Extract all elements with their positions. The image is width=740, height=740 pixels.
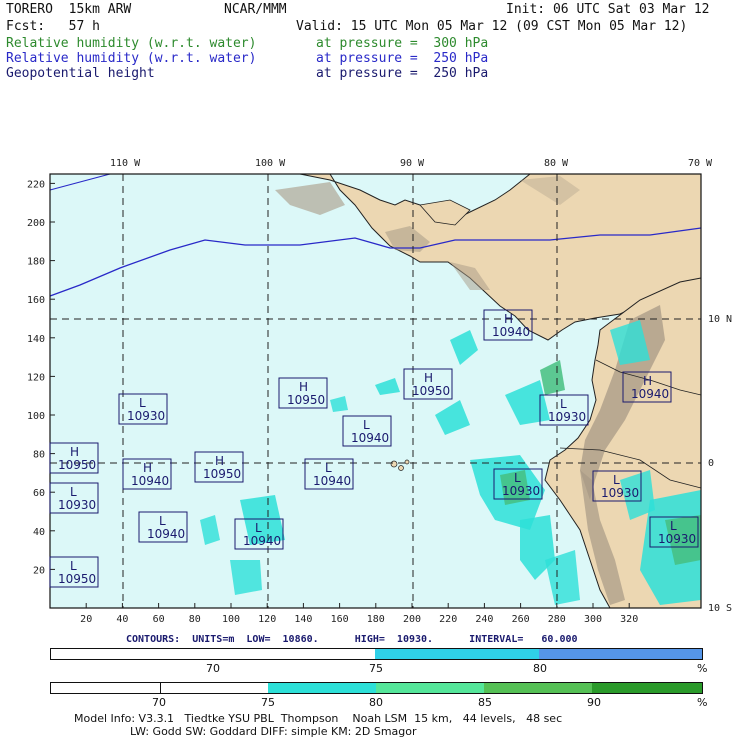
scale-label: 80 [369, 696, 383, 709]
marker-type: L [514, 471, 521, 485]
y-tick-label: 220 [27, 179, 45, 190]
lat-label: 10 N [708, 314, 732, 325]
marker-value: 10940 [243, 534, 281, 548]
marker-type: L [560, 397, 567, 411]
scale-segment [484, 683, 592, 693]
scale-segment [51, 649, 375, 659]
x-tick-label: 200 [403, 614, 421, 625]
x-tick-label: 60 [153, 614, 165, 625]
marker-type: L [70, 485, 77, 499]
marker-value: 10940 [631, 387, 669, 401]
marker-value: 10940 [131, 474, 169, 488]
marker-value: 10940 [492, 325, 530, 339]
scale-label: 75 [369, 662, 383, 675]
marker-type: H [504, 312, 513, 326]
marker-type: L [613, 473, 620, 487]
marker-type: L [255, 521, 262, 535]
x-tick-label: 20 [80, 614, 92, 625]
scale-segment [268, 683, 376, 693]
y-tick-label: 160 [27, 295, 45, 306]
lat-label: 10 S [708, 603, 732, 614]
y-tick-label: 200 [27, 218, 45, 229]
contour-info: CONTOURS: UNITS=m LOW= 10860. HIGH= 1093… [126, 634, 578, 645]
marker-type: L [159, 514, 166, 528]
scale-segment [51, 683, 160, 693]
x-tick-label: 80 [189, 614, 201, 625]
marker-type: H [643, 374, 652, 388]
x-tick-label: 40 [116, 614, 128, 625]
scale-segment [592, 683, 702, 693]
model-info-line-1: Model Info: V3.3.1 Tiedtke YSU PBL Thomp… [74, 712, 563, 725]
marker-value: 10930 [502, 484, 540, 498]
marker-type: L [363, 418, 370, 432]
x-tick-label: 220 [439, 614, 457, 625]
scale-label: % [697, 696, 708, 709]
x-tick-label: 120 [258, 614, 276, 625]
marker-value: 10930 [127, 409, 165, 423]
marker-type: H [143, 461, 152, 475]
y-tick-label: 100 [27, 411, 45, 422]
scale-segment [160, 683, 269, 693]
marker-type: H [215, 454, 224, 468]
x-tick-label: 320 [620, 614, 638, 625]
x-tick-label: 260 [512, 614, 530, 625]
x-tick-label: 100 [222, 614, 240, 625]
rh-250-scale-bar [50, 648, 703, 660]
lon-label: 80 W [544, 158, 569, 169]
marker-type: H [70, 445, 79, 459]
marker-value: 10930 [548, 410, 586, 424]
marker-value: 10950 [58, 458, 96, 472]
y-tick-label: 80 [33, 450, 45, 461]
marker-value: 10950 [287, 393, 325, 407]
rh-300-scale-bar [50, 682, 703, 694]
weather-map: 110 W 100 W 90 W 80 W 70 W 10 N 0 10 S 2… [27, 158, 732, 625]
marker-value: 10950 [58, 572, 96, 586]
scale-segment [539, 649, 702, 659]
marker-type: H [299, 380, 308, 394]
marker-value: 10930 [658, 532, 696, 546]
y-tick-label: 40 [33, 527, 45, 538]
scale-label: 90 [587, 696, 601, 709]
y-tick-label: 60 [33, 488, 45, 499]
y-tick-label: 140 [27, 334, 45, 345]
marker-type: L [670, 519, 677, 533]
lon-label: 110 W [110, 158, 141, 169]
scale-label: 70 [152, 696, 166, 709]
scale-segment [376, 683, 484, 693]
lat-label: 0 [708, 458, 714, 469]
scale-label: 70 [206, 662, 220, 675]
marker-type: H [424, 371, 433, 385]
marker-value: 10940 [147, 527, 185, 541]
scale-label: 75 [261, 696, 275, 709]
marker-value: 10940 [351, 431, 389, 445]
marker-type: L [139, 396, 146, 410]
x-tick-label: 280 [548, 614, 566, 625]
longitude-labels: 110 W 100 W 90 W 80 W 70 W [110, 158, 713, 169]
scale-label: 80 [533, 662, 547, 675]
y-tick-label: 20 [33, 565, 45, 576]
scale-label: % [697, 662, 708, 675]
marker-value: 10930 [58, 498, 96, 512]
y-tick-label: 180 [27, 257, 45, 268]
scale-segment [375, 649, 539, 659]
x-tick-label: 140 [294, 614, 312, 625]
x-tick-label: 180 [367, 614, 385, 625]
latitude-labels: 10 N 0 10 S [708, 314, 732, 614]
scale-label: 85 [478, 696, 492, 709]
model-info-line-2: LW: Godd SW: Goddard DIFF: simple KM: 2D… [130, 725, 417, 738]
marker-type: L [70, 559, 77, 573]
x-tick-label: 240 [475, 614, 493, 625]
marker-value: 10950 [203, 467, 241, 481]
lon-label: 90 W [400, 158, 425, 169]
x-tick-label: 300 [584, 614, 602, 625]
lon-label: 100 W [255, 158, 286, 169]
x-tick-label: 160 [331, 614, 349, 625]
marker-value: 10930 [601, 486, 639, 500]
marker-value: 10950 [412, 384, 450, 398]
marker-type: L [325, 461, 332, 475]
y-tick-label: 120 [27, 372, 45, 383]
marker-value: 10940 [313, 474, 351, 488]
lon-label: 70 W [688, 158, 713, 169]
